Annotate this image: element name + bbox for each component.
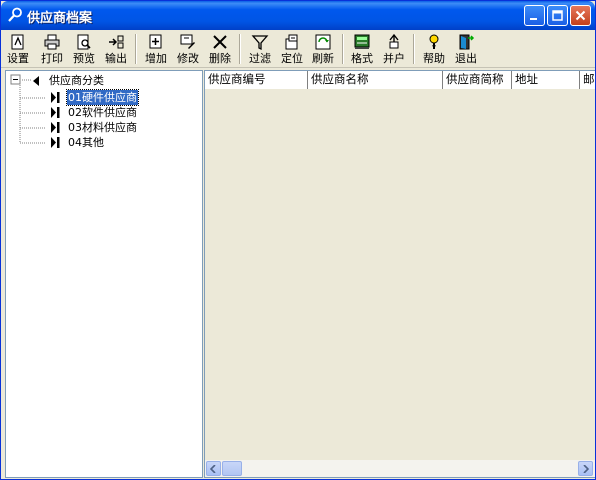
locate-label: 定位	[281, 52, 303, 65]
add-button[interactable]: 增加	[141, 32, 171, 66]
arrow-right-icon	[583, 464, 589, 473]
edit-button[interactable]: 修改	[173, 32, 203, 66]
toolbar-separator	[239, 34, 241, 64]
locate-button[interactable]: 定位	[277, 32, 307, 66]
supplier-category-tree[interactable]: 供应商分类 01硬件供应商 02软件供应商 03材料供应商 04其他	[5, 70, 203, 478]
tree-item-label: 04其他	[68, 136, 104, 149]
minimize-button[interactable]	[524, 5, 545, 26]
print-icon	[44, 34, 60, 50]
column-header-postcode[interactable]: 邮	[580, 71, 595, 89]
tree-item-label: 01硬件供应商	[66, 89, 139, 106]
settings-label: 设置	[7, 52, 29, 65]
toolbar: 设置 打印 预览 输出 增加 修改 删除 过滤 定位 刷新 格式 并户 帮助 退…	[1, 30, 595, 68]
settings-icon	[11, 34, 24, 50]
filter-button[interactable]: 过滤	[245, 32, 275, 66]
export-icon	[109, 35, 124, 49]
preview-icon	[77, 34, 91, 50]
tree-item-materials[interactable]: 03材料供应商	[6, 120, 202, 135]
record-pointer-icon	[51, 107, 60, 118]
merge-label: 并户	[383, 52, 405, 65]
exit-button[interactable]: 退出	[451, 32, 481, 66]
merge-icon	[389, 33, 399, 49]
column-header-address[interactable]: 地址	[512, 71, 580, 89]
toolbar-separator	[342, 34, 344, 64]
exit-icon	[459, 34, 475, 50]
scroll-left-button[interactable]	[206, 461, 221, 476]
scroll-right-button[interactable]	[578, 461, 593, 476]
delete-label: 删除	[209, 52, 231, 65]
close-icon	[575, 10, 586, 21]
window-title: 供应商档案	[27, 11, 93, 26]
format-label: 格式	[351, 52, 373, 65]
format-button[interactable]: 格式	[347, 32, 377, 66]
record-pointer-icon	[51, 122, 60, 133]
tree-item-label: 03材料供应商	[68, 121, 137, 134]
refresh-button[interactable]: 刷新	[308, 32, 338, 66]
scroll-thumb[interactable]	[222, 461, 242, 476]
tree-item-label: 02软件供应商	[68, 106, 137, 119]
record-pointer-icon	[51, 92, 60, 103]
format-icon	[354, 34, 370, 49]
delete-button[interactable]: 删除	[205, 32, 235, 66]
exit-label: 退出	[455, 52, 477, 65]
tree-root-label: 供应商分类	[49, 74, 104, 87]
export-button[interactable]: 输出	[101, 32, 131, 66]
edit-icon	[180, 34, 195, 49]
supplier-grid[interactable]: 供应商编号 供应商名称 供应商简称 地址 邮	[204, 70, 595, 478]
locate-icon	[285, 34, 298, 50]
tree-item-software[interactable]: 02软件供应商	[6, 105, 202, 120]
title-bar[interactable]: 供应商档案	[1, 1, 595, 30]
filter-label: 过滤	[249, 52, 271, 65]
filter-icon	[251, 35, 269, 51]
help-icon	[429, 34, 439, 49]
print-button[interactable]: 打印	[37, 32, 67, 66]
column-header-supplier-code[interactable]: 供应商编号	[205, 71, 308, 89]
toolbar-separator	[413, 34, 415, 64]
help-label: 帮助	[423, 52, 445, 65]
print-label: 打印	[41, 52, 63, 65]
export-label: 输出	[105, 52, 127, 65]
tree-root[interactable]: 供应商分类	[6, 73, 202, 88]
help-button[interactable]: 帮助	[419, 32, 449, 66]
toolbar-separator	[135, 34, 137, 64]
arrow-left-icon	[210, 464, 216, 473]
caret-left-icon	[33, 76, 39, 86]
grid-header: 供应商编号 供应商名称 供应商简称 地址 邮	[205, 71, 595, 89]
refresh-label: 刷新	[312, 52, 334, 65]
search-key-icon	[8, 7, 22, 22]
tree-item-hardware[interactable]: 01硬件供应商	[6, 89, 202, 106]
preview-button[interactable]: 预览	[69, 32, 99, 66]
edit-label: 修改	[177, 52, 199, 65]
tree-item-other[interactable]: 04其他	[6, 135, 202, 150]
record-pointer-icon	[51, 137, 60, 148]
close-button[interactable]	[570, 5, 591, 26]
add-label: 增加	[145, 52, 167, 65]
supplier-archive-window: 供应商档案 设置 打印 预览 输出 增加 修改 删除 过滤 定位 刷新 格式 并…	[0, 0, 596, 480]
add-icon	[149, 34, 162, 49]
delete-icon	[213, 35, 227, 49]
refresh-icon	[315, 34, 331, 50]
column-header-supplier-name[interactable]: 供应商名称	[308, 71, 443, 89]
maximize-icon	[552, 10, 563, 21]
maximize-button[interactable]	[547, 5, 568, 26]
settings-button[interactable]: 设置	[3, 32, 33, 66]
column-header-supplier-short-name[interactable]: 供应商简称	[443, 71, 512, 89]
merge-button[interactable]: 并户	[379, 32, 409, 66]
preview-label: 预览	[73, 52, 95, 65]
horizontal-scrollbar[interactable]	[205, 460, 595, 477]
minimize-icon	[530, 18, 537, 20]
